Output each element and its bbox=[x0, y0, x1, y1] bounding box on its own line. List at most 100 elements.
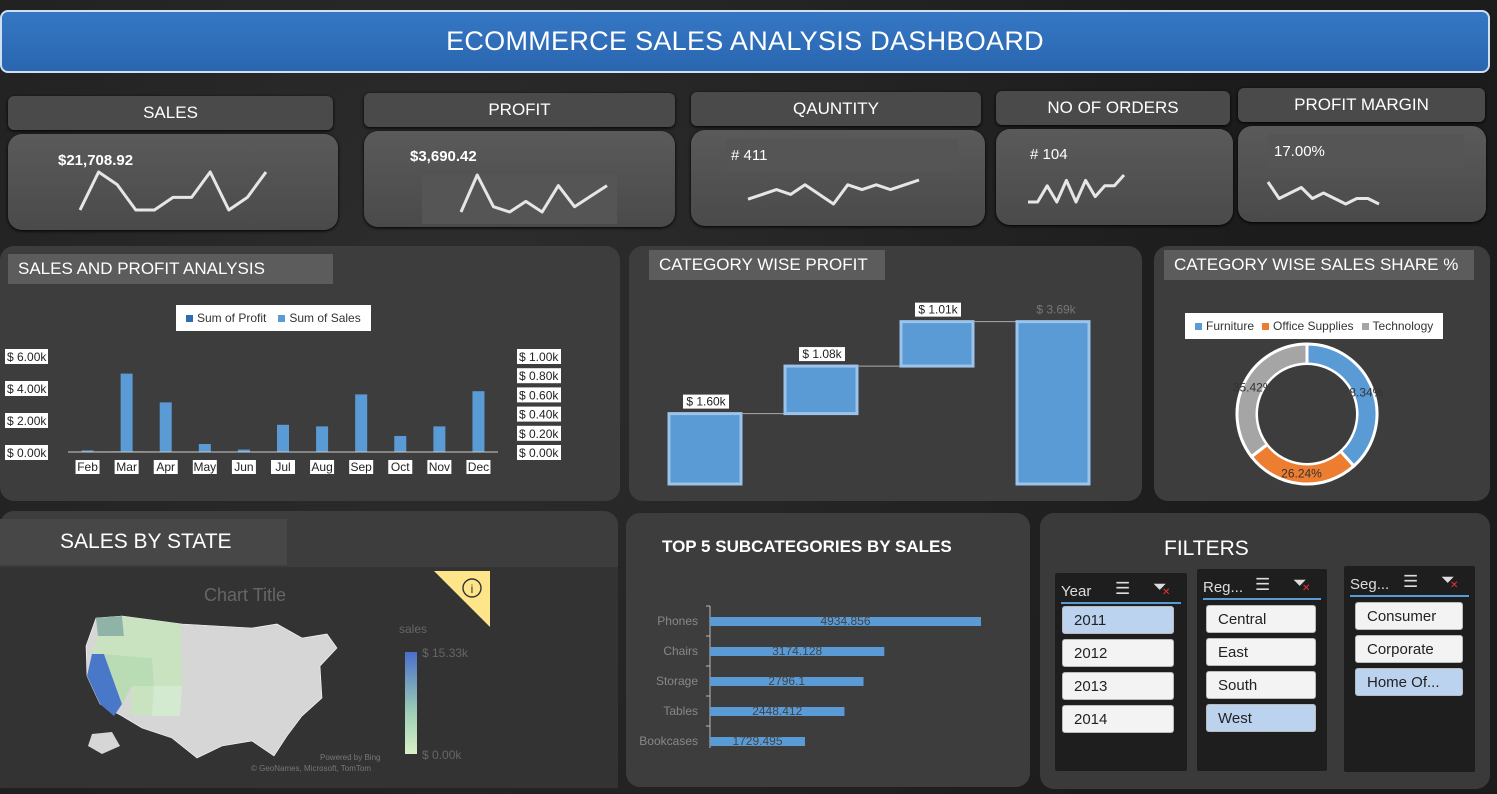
category-share-panel: CATEGORY WISE SALES SHARE % Furniture Off… bbox=[1154, 246, 1490, 501]
value-label: 3174.128 bbox=[772, 644, 822, 658]
x-tick-label: Apr bbox=[156, 460, 175, 474]
donut-hole bbox=[1258, 365, 1356, 463]
region-item[interactable]: Central bbox=[1206, 605, 1316, 633]
us-map bbox=[85, 615, 338, 759]
region-item[interactable]: East bbox=[1206, 638, 1316, 666]
year-slicer-label: Year bbox=[1061, 583, 1092, 600]
kpi-sparkline bbox=[747, 178, 920, 206]
y-right-tick-label: $ 0.40k bbox=[519, 408, 559, 422]
clear-filter-x-icon: ✕ bbox=[1302, 583, 1311, 594]
legend-profit-label: Sum of Profit bbox=[197, 311, 267, 325]
value-label: 1729.495 bbox=[732, 734, 782, 748]
x-tick-label: Mar bbox=[116, 460, 137, 474]
kpi-sparkline bbox=[1028, 174, 1126, 204]
waterfall-bar bbox=[783, 364, 859, 416]
segment-item[interactable]: Corporate bbox=[1355, 635, 1463, 663]
legend-technology: Technology bbox=[1361, 319, 1434, 333]
dashboard-title: ECOMMERCE SALES ANALYSIS DASHBOARD bbox=[0, 10, 1490, 73]
state-oregon bbox=[92, 636, 126, 656]
info-icon: i bbox=[471, 582, 474, 596]
kpi-value: $3,690.42 bbox=[410, 148, 477, 165]
year-item[interactable]: 2011 bbox=[1062, 606, 1174, 634]
y-left-tick-label: $ 2.00k bbox=[7, 414, 47, 428]
kpi-value: # 411 bbox=[731, 147, 768, 164]
category-share-legend: Furniture Office Supplies Technology bbox=[1185, 313, 1444, 339]
state-colorado bbox=[152, 658, 182, 686]
value-label: 4934.856 bbox=[820, 614, 870, 628]
legend-sales-label: Sum of Sales bbox=[289, 311, 361, 325]
sales-by-state-panel: SALES BY STATE Chart Title i sales $ 15.… bbox=[0, 511, 618, 788]
category-share-chart: 38.34%26.24%35.42% bbox=[1233, 342, 1384, 486]
kpi-header-4: PROFIT MARGIN bbox=[1238, 88, 1485, 122]
x-tick-label: Dec bbox=[468, 460, 489, 474]
dashboard-title-text: ECOMMERCE SALES ANALYSIS DASHBOARD bbox=[446, 26, 1044, 56]
category-profit-chart: $ 1.60k $ 1.08k $ 1.01k $ 3.69k bbox=[667, 302, 1091, 486]
kpi-value: # 104 bbox=[1030, 146, 1068, 163]
kpi-sparkline-line bbox=[1266, 181, 1380, 206]
region-item[interactable]: West bbox=[1206, 704, 1316, 732]
sales-profit-title-text: SALES AND PROFIT ANALYSIS bbox=[18, 259, 265, 278]
year-item[interactable]: 2013 bbox=[1062, 672, 1174, 700]
filters-title: FILTERS bbox=[1164, 537, 1249, 560]
slicer-underline bbox=[1061, 602, 1181, 604]
sales-by-state-title: SALES BY STATE bbox=[0, 519, 287, 565]
kpi-value: $21,708.92 bbox=[58, 152, 134, 169]
sales-by-state-title-text: SALES BY STATE bbox=[60, 530, 232, 553]
sales-bar bbox=[159, 402, 172, 452]
map-credit-geonames: © GeoNames, Microsoft, TomTom bbox=[251, 764, 371, 773]
kpi-card-0: $21,708.92 bbox=[8, 134, 338, 230]
kpi-sparkline-line bbox=[747, 178, 920, 206]
waterfall-bar bbox=[1015, 320, 1091, 486]
multi-select-icon[interactable]: ☰ bbox=[1403, 572, 1418, 592]
kpi-value: 17.00% bbox=[1274, 143, 1325, 160]
top5-chart: Phones 4934.856 Chairs 3174.128 Storage 2796.… bbox=[639, 605, 981, 748]
clear-filter-x-icon: ✕ bbox=[1450, 580, 1459, 591]
category-label: Phones bbox=[657, 614, 698, 628]
waterfall-label: $ 3.69k bbox=[1036, 303, 1076, 317]
legend-label: Technology bbox=[1372, 319, 1434, 333]
year-item[interactable]: 2012 bbox=[1062, 639, 1174, 667]
legend-label: Furniture bbox=[1206, 319, 1255, 333]
state-alaska bbox=[88, 732, 120, 754]
slicer-underline bbox=[1203, 598, 1321, 600]
kpi-card-4: 17.00% bbox=[1238, 126, 1486, 222]
map-legend-max: $ 15.33k bbox=[422, 646, 469, 660]
sales-profit-title: SALES AND PROFIT ANALYSIS bbox=[8, 254, 333, 284]
category-profit-title-text: CATEGORY WISE PROFIT bbox=[659, 255, 868, 274]
legend-label: Office Supplies bbox=[1273, 319, 1354, 333]
region-item[interactable]: South bbox=[1206, 671, 1316, 699]
category-label: Tables bbox=[663, 704, 698, 718]
legend-profit: Sum of Profit bbox=[186, 311, 266, 325]
segment-item[interactable]: Consumer bbox=[1355, 602, 1463, 630]
category-profit-panel: CATEGORY WISE PROFIT $ 1.60k $ 1.08k $ 1.0… bbox=[629, 246, 1142, 501]
kpi-card-1: $3,690.42 bbox=[364, 131, 675, 227]
map-credit-bing: Powered by Bing bbox=[320, 753, 381, 762]
region-slicer-label: Reg... bbox=[1203, 579, 1244, 596]
state-arizona bbox=[130, 686, 154, 716]
category-label: Bookcases bbox=[639, 734, 698, 748]
year-item[interactable]: 2014 bbox=[1062, 705, 1174, 733]
multi-select-icon[interactable]: ☰ bbox=[1115, 579, 1130, 599]
legend-furniture: Furniture bbox=[1195, 319, 1254, 333]
value-label: 2448.412 bbox=[752, 704, 802, 718]
state-washington bbox=[96, 616, 124, 636]
info-badge[interactable]: i bbox=[434, 571, 490, 627]
sales-bar bbox=[198, 444, 211, 452]
kpi-sparkline-line bbox=[1028, 174, 1126, 204]
sales-bar bbox=[277, 424, 289, 452]
y-left-tick-label: $ 6.00k bbox=[7, 350, 47, 364]
map-legend-min: $ 0.00k bbox=[422, 748, 462, 762]
segment-item[interactable]: Home Of... bbox=[1355, 668, 1463, 696]
sales-profit-panel: SALES AND PROFIT ANALYSIS Sum of Profit … bbox=[0, 246, 620, 501]
map-legend-title: sales bbox=[399, 622, 428, 636]
x-tick-label: May bbox=[193, 460, 216, 474]
waterfall-bar bbox=[667, 412, 743, 486]
y-left-tick-label: $ 0.00k bbox=[7, 446, 47, 460]
kpi-label: PROFIT MARGIN bbox=[1294, 95, 1429, 114]
kpi-sparkline bbox=[78, 170, 268, 212]
x-tick-label: Jun bbox=[234, 460, 253, 474]
multi-select-icon[interactable]: ☰ bbox=[1255, 575, 1270, 595]
legend-office-supplies: Office Supplies bbox=[1262, 319, 1354, 333]
sales-bar bbox=[472, 391, 485, 452]
segment-slicer-label: Seg... bbox=[1350, 576, 1390, 593]
